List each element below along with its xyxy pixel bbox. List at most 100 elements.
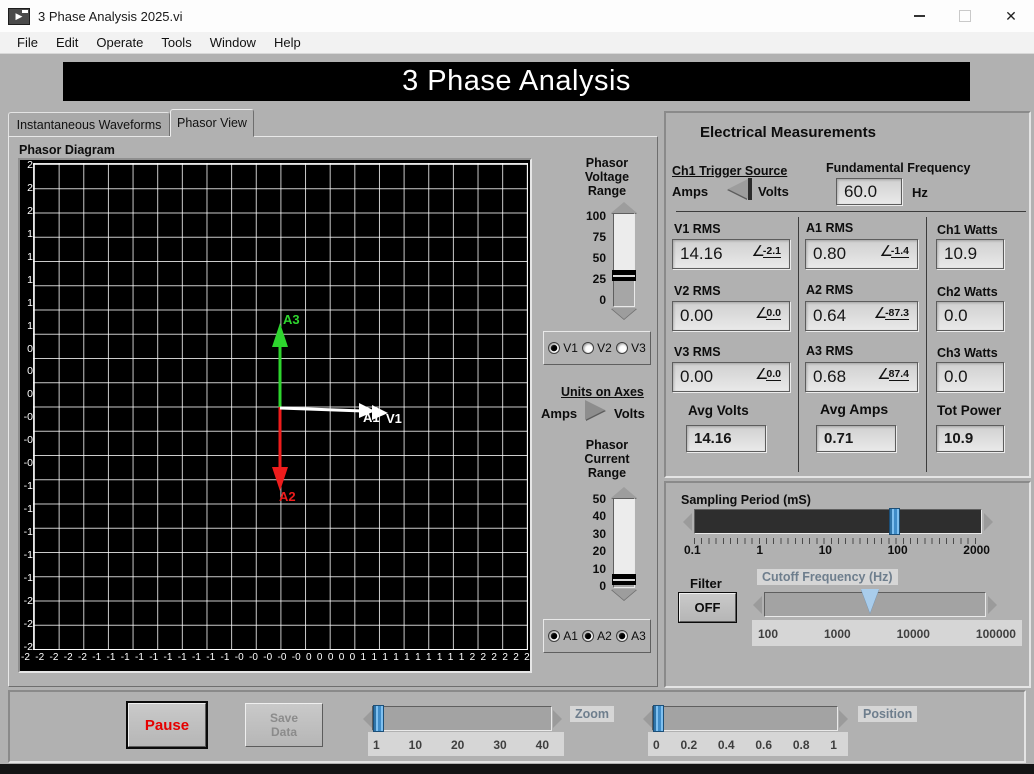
current-radio[interactable]: A1 bbox=[548, 629, 578, 643]
save-data-button[interactable]: SaveData bbox=[245, 703, 323, 747]
pause-button[interactable]: Pause bbox=[128, 703, 206, 747]
cutoff-decrement-icon[interactable] bbox=[753, 596, 762, 614]
trigger-switch[interactable] bbox=[728, 178, 752, 200]
trigger-switch-bar-icon bbox=[748, 178, 752, 200]
vector-label-a2: A2 bbox=[279, 489, 296, 504]
axis-tick: 2 bbox=[491, 652, 497, 663]
cutoff-increment-icon[interactable] bbox=[988, 596, 997, 614]
axis-tick: 0 bbox=[350, 652, 356, 663]
minimize-button[interactable] bbox=[896, 0, 942, 32]
divider bbox=[926, 217, 927, 472]
phasor-x-axis: -2-2-2-2-2-1-1-1-1-1-1-1-1-1-1-0-0-0-0-0… bbox=[21, 652, 530, 663]
axis-tick: -1 bbox=[92, 652, 101, 663]
current-slider-thumb[interactable] bbox=[612, 574, 636, 585]
divider bbox=[798, 217, 799, 472]
scale-tick: 0.6 bbox=[755, 738, 772, 752]
menu-item[interactable]: Operate bbox=[87, 35, 152, 50]
sampling-slider[interactable] bbox=[694, 509, 982, 534]
cutoff-slider-thumb[interactable] bbox=[861, 589, 879, 613]
sampling-slider-thumb[interactable] bbox=[889, 508, 900, 535]
scale-tick: 1000 bbox=[824, 627, 851, 641]
units-switch[interactable] bbox=[585, 400, 605, 420]
scale-tick: 0.1 bbox=[684, 543, 701, 557]
voltage-range-slider[interactable] bbox=[613, 213, 635, 307]
axis-tick: -2 bbox=[24, 596, 33, 606]
axis-tick: 1 bbox=[382, 652, 388, 663]
vector-label-a1: A1 bbox=[363, 410, 380, 425]
axis-tick: 2 bbox=[481, 652, 487, 663]
zoom-increment-icon[interactable] bbox=[553, 710, 562, 728]
menu-item[interactable]: Window bbox=[201, 35, 265, 50]
filter-off-button[interactable]: OFF bbox=[679, 593, 736, 622]
banner-title: 3 Phase Analysis bbox=[402, 65, 631, 98]
cutoff-frequency-label: Cutoff Frequency (Hz) bbox=[757, 569, 898, 585]
scale-tick: 30 bbox=[493, 738, 506, 752]
sampling-increment-icon[interactable] bbox=[984, 513, 993, 531]
axis-tick: -1 bbox=[24, 527, 33, 537]
voltage-radio[interactable]: V3 bbox=[616, 341, 646, 355]
a1-rms-display: 0.80 ∠-1.4 bbox=[805, 239, 918, 269]
voltage-slider-thumb[interactable] bbox=[612, 270, 636, 281]
current-range-slider[interactable] bbox=[613, 498, 635, 588]
current-slider-decrement[interactable] bbox=[611, 589, 637, 600]
tab-phasor-view[interactable]: Phasor View bbox=[170, 109, 254, 137]
trigger-amps-label: Amps bbox=[672, 184, 708, 199]
menu-item[interactable]: File bbox=[8, 35, 47, 50]
maximize-button[interactable] bbox=[942, 0, 988, 32]
axis-tick: -0 bbox=[292, 652, 301, 663]
v3-rms-angle: 0.0 bbox=[766, 368, 781, 381]
axis-tick: -1 bbox=[24, 481, 33, 491]
axis-tick: -0 bbox=[263, 652, 272, 663]
position-slider-thumb[interactable] bbox=[653, 705, 664, 732]
zoom-scale: 110203040 bbox=[373, 738, 549, 752]
menu-item[interactable]: Help bbox=[265, 35, 310, 50]
current-radio[interactable]: A2 bbox=[582, 629, 612, 643]
axis-tick: 0 bbox=[306, 652, 312, 663]
zoom-slider[interactable] bbox=[372, 706, 552, 731]
scale-tick: 0 bbox=[599, 579, 606, 593]
v2-rms-label: V2 RMS bbox=[674, 284, 721, 298]
voltage-radio[interactable]: V2 bbox=[582, 341, 612, 355]
tot-power-label: Tot Power bbox=[937, 403, 1001, 418]
scale-tick: 0.2 bbox=[680, 738, 697, 752]
ch3-watts-display: 0.0 bbox=[936, 362, 1004, 392]
axis-tick: -1 bbox=[24, 504, 33, 514]
axis-tick: -1 bbox=[135, 652, 144, 663]
position-increment-icon[interactable] bbox=[839, 710, 848, 728]
a3-rms-display: 0.68 ∠87.4 bbox=[805, 362, 918, 392]
ch1-watts-display: 10.9 bbox=[936, 239, 1004, 269]
position-slider[interactable] bbox=[652, 706, 838, 731]
filter-label: Filter bbox=[690, 576, 722, 591]
menu-item[interactable]: Tools bbox=[152, 35, 200, 50]
a2-rms-label: A2 RMS bbox=[806, 283, 853, 297]
window-title: 3 Phase Analysis 2025.vi bbox=[38, 9, 183, 24]
axis-tick: -1 bbox=[107, 652, 116, 663]
sampling-decrement-icon[interactable] bbox=[683, 513, 692, 531]
frequency-value: 60.0 bbox=[837, 182, 877, 202]
tab-instantaneous-waveforms[interactable]: Instantaneous Waveforms bbox=[8, 112, 170, 137]
axis-tick: -0 bbox=[278, 652, 287, 663]
a2-rms-value: 0.64 bbox=[806, 306, 846, 326]
current-radio[interactable]: A3 bbox=[616, 629, 646, 643]
axis-tick: -1 bbox=[221, 652, 230, 663]
axis-tick: -2 bbox=[35, 652, 44, 663]
ch3-watts-label: Ch3 Watts bbox=[937, 346, 998, 360]
zoom-slider-thumb[interactable] bbox=[373, 705, 384, 732]
close-button[interactable]: ✕ bbox=[988, 0, 1034, 32]
axis-tick: -0 bbox=[235, 652, 244, 663]
current-range-scale: 50403020100 bbox=[578, 492, 606, 593]
voltage-slider-increment[interactable] bbox=[611, 202, 637, 213]
axis-tick: 1 bbox=[426, 652, 432, 663]
voltage-slider-decrement[interactable] bbox=[611, 308, 637, 319]
zoom-decrement-icon[interactable] bbox=[363, 710, 372, 728]
position-decrement-icon[interactable] bbox=[643, 710, 652, 728]
sampling-period-label: Sampling Period (mS) bbox=[681, 493, 811, 507]
axis-tick: -1 bbox=[121, 652, 130, 663]
voltage-select-group: V1 V2 V3 bbox=[543, 331, 651, 365]
current-slider-increment[interactable] bbox=[611, 487, 637, 498]
a1-rms-angle: -1.4 bbox=[891, 245, 909, 258]
axis-tick: 2 bbox=[502, 652, 508, 663]
menu-item[interactable]: Edit bbox=[47, 35, 87, 50]
voltage-radio[interactable]: V1 bbox=[548, 341, 578, 355]
minimize-icon bbox=[914, 15, 925, 17]
